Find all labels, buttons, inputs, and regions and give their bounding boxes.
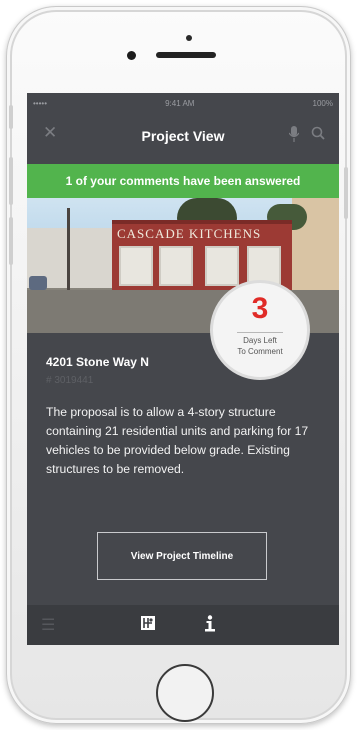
project-address: 4201 Stone Way N [46,355,149,369]
front-camera [127,51,136,60]
badge-divider [237,332,283,333]
timeline-button-label: View Project Timeline [130,550,234,562]
menu-icon[interactable]: ☰ [41,615,55,635]
status-time: 9:41 AM [165,98,195,108]
navigation-bar: ✕ Project View [27,113,339,159]
utility-pole [67,208,70,298]
map-icon[interactable] [140,615,156,636]
volume-up-button [9,157,13,205]
project-number: # 3019441 [46,375,94,386]
mute-switch [9,105,13,129]
days-left-count: 3 [251,292,269,325]
garage-door [119,246,153,286]
info-icon[interactable] [203,615,217,638]
close-icon[interactable]: ✕ [43,123,57,143]
home-button[interactable] [156,664,214,722]
search-icon[interactable] [311,126,325,144]
carrier-signal: ••••• [33,98,48,108]
comments-answered-banner[interactable]: 1 of your comments have been answered [27,164,339,198]
days-left-label: Days Left To Comment [213,335,307,357]
tab-bar: ☰ [27,605,339,645]
microphone-icon[interactable] [288,126,300,146]
power-button [344,167,348,219]
days-left-label-line2: To Comment [237,347,283,356]
photo-car [29,276,47,290]
app-screen: ••••• 9:41 AM 100% ✕ Project View 1 of y… [27,93,339,645]
days-left-label-line1: Days Left [243,336,277,345]
days-left-badge: 3 Days Left To Comment [210,280,310,380]
camera-dot [186,35,192,41]
project-description: The proposal is to allow a 4-story struc… [46,405,309,476]
earpiece-speaker [156,52,216,58]
banner-text: 1 of your comments have been answered [65,174,301,188]
garage-door [159,246,193,286]
battery-level: 100% [312,98,333,108]
view-project-timeline-button[interactable]: View Project Timeline [97,532,267,580]
page-title: Project View [141,128,225,144]
volume-down-button [9,217,13,265]
building-sign: CASCADE KITCHENS [117,226,262,241]
garage-door [205,246,239,286]
status-bar: ••••• 9:41 AM 100% [27,93,339,113]
